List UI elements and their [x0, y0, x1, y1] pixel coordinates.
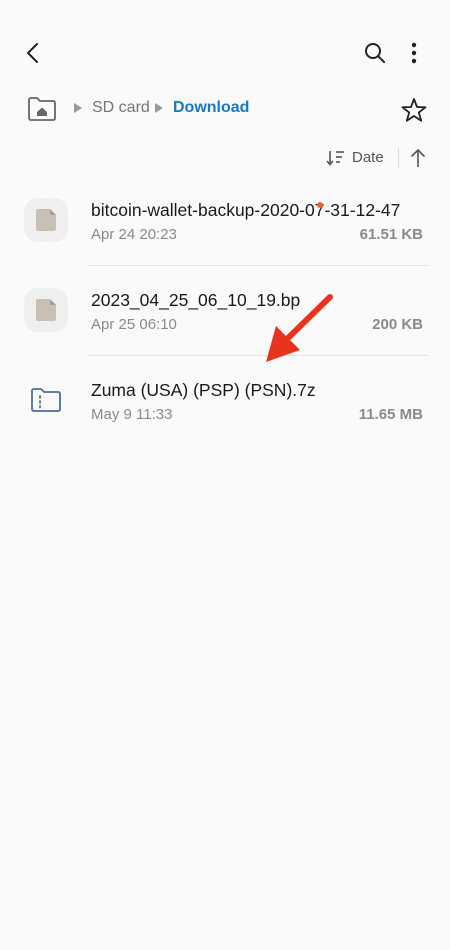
file-icon [24, 288, 68, 332]
arrow-up-icon[interactable] [408, 147, 428, 169]
new-item-dot [317, 202, 323, 208]
breadcrumb-item-download[interactable]: Download [173, 99, 249, 117]
file-name: bitcoin-wallet-backup-2020-07-31-12-47 [91, 200, 401, 220]
sort-divider [398, 148, 399, 168]
breadcrumb-item-sd-card[interactable]: SD card [92, 99, 150, 117]
breadcrumb: SD card Download [0, 88, 450, 130]
back-arrow-icon [27, 43, 38, 63]
sort-order-icon[interactable] [325, 148, 345, 168]
annotation-arrow-icon [266, 294, 333, 362]
breadcrumb-home[interactable] [26, 95, 58, 123]
file-date: May 9 11:33 [91, 406, 173, 423]
list-item[interactable]: 2023_04_25_06_10_19.bp Apr 25 06:10 200 … [0, 266, 450, 356]
file-date: Apr 25 06:10 [91, 316, 177, 333]
home-folder-icon [28, 97, 56, 121]
breadcrumb-separator-icon [155, 103, 163, 113]
more-vertical-icon [411, 42, 417, 64]
file-list: bitcoin-wallet-backup-2020-07-31-12-47 A… [0, 176, 450, 446]
list-item[interactable]: bitcoin-wallet-backup-2020-07-31-12-47 A… [0, 176, 450, 266]
back-button[interactable] [14, 33, 54, 73]
more-options-button[interactable] [394, 33, 434, 73]
star-icon [401, 98, 427, 122]
search-button[interactable] [355, 33, 395, 73]
file-size: 61.51 KB [359, 226, 423, 243]
search-icon [365, 43, 385, 63]
file-date: Apr 24 20:23 [91, 226, 177, 243]
archive-folder-icon [24, 378, 68, 422]
file-size: 200 KB [372, 316, 423, 333]
sort-label[interactable]: Date [352, 149, 384, 166]
favorite-button[interactable] [400, 96, 428, 124]
breadcrumb-separator-icon [74, 103, 82, 113]
list-item[interactable]: Zuma (USA) (PSP) (PSN).7z May 9 11:33 11… [0, 356, 450, 446]
file-size: 11.65 MB [358, 406, 423, 423]
file-icon [24, 198, 68, 242]
file-name: Zuma (USA) (PSP) (PSN).7z [91, 380, 316, 400]
sort-bar: Date [0, 140, 450, 176]
